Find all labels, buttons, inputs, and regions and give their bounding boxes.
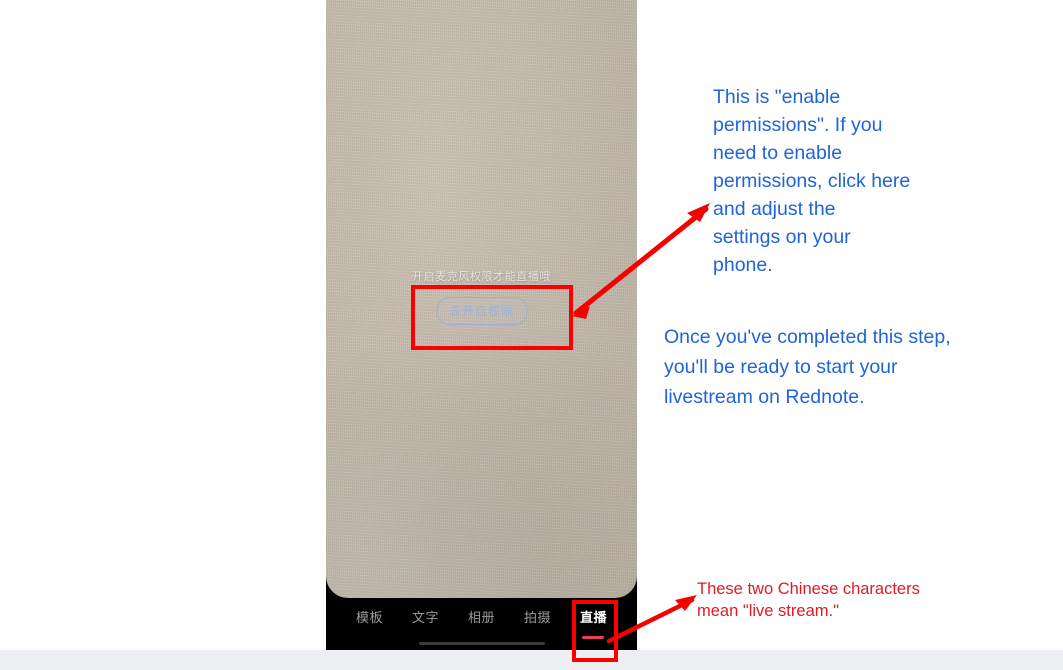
annotation-enable-permissions: This is "enable permissions". If you nee… <box>713 86 911 276</box>
tab-capture[interactable]: 拍摄 <box>524 607 551 628</box>
tab-capture-label: 拍摄 <box>523 610 551 626</box>
annotation-ready-to-stream: Once you've completed this step, you'll … <box>664 326 951 408</box>
tab-template[interactable]: 模板 <box>356 607 383 628</box>
annotation-chinese-characters-meaning: These two Chinese characters mean "live … <box>697 580 920 620</box>
tab-album[interactable]: 相册 <box>468 607 495 628</box>
highlight-box-permission-button <box>411 285 573 350</box>
tab-album-label: 相册 <box>467 610 495 626</box>
microphone-permission-hint: 开启麦克风权限才能直播哦 <box>411 270 552 283</box>
tab-text-label: 文字 <box>411 610 439 626</box>
tab-template-label: 模板 <box>356 610 384 626</box>
tab-text[interactable]: 文字 <box>412 607 439 628</box>
highlight-box-livestream-tab <box>572 600 618 662</box>
page-bottom-strip <box>0 650 1063 670</box>
home-indicator <box>418 642 545 645</box>
